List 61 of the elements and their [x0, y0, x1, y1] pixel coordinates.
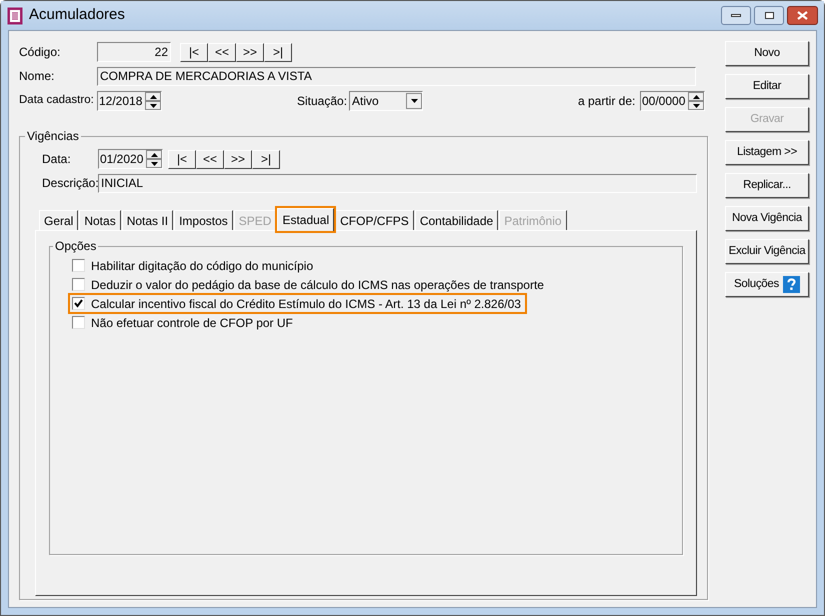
caret-icon: [410, 99, 418, 103]
action-button[interactable]: Excluir Vigência: [725, 239, 809, 264]
down-arrow-icon: [150, 162, 158, 166]
field-label: Situação:: [297, 93, 348, 110]
nav-button[interactable]: <<: [196, 150, 224, 168]
nav-button[interactable]: >>: [236, 42, 264, 62]
up-arrow-icon: [150, 94, 156, 98]
close-button[interactable]: [787, 6, 818, 25]
tab[interactable]: Estadual: [277, 208, 334, 231]
down-arrow-icon: [150, 104, 156, 108]
field-label: Data cadastro:: [19, 93, 95, 108]
checkbox-option[interactable]: Não efetuar controle de CFOP por UF: [70, 314, 297, 331]
date-spin-field[interactable]: 00/0000: [640, 91, 705, 111]
action-button[interactable]: Soluções: [725, 272, 809, 297]
nav-button[interactable]: >|: [264, 42, 292, 62]
action-button[interactable]: Editar: [725, 74, 809, 99]
down-arrow-icon: [692, 104, 700, 108]
action-button[interactable]: Nova Vigência: [725, 206, 809, 231]
help-icon: [782, 276, 800, 293]
tab[interactable]: CFOP/CFPS: [335, 210, 414, 230]
checkbox[interactable]: [72, 316, 85, 329]
nav-button[interactable]: |<: [168, 150, 196, 168]
tab[interactable]: Geral: [39, 210, 78, 230]
tab[interactable]: Contabilidade: [414, 210, 498, 230]
checkbox[interactable]: [72, 297, 85, 310]
nav-button[interactable]: <<: [208, 42, 236, 62]
up-arrow-icon: [692, 94, 700, 98]
checkbox[interactable]: [72, 259, 85, 272]
window-title: Acumuladores: [29, 5, 125, 26]
nav-button[interactable]: >|: [252, 150, 280, 168]
action-button[interactable]: Replicar...: [725, 173, 809, 198]
status-dropdown[interactable]: Ativo: [349, 91, 423, 111]
field-label: a partir de:: [578, 93, 636, 110]
group-title: Vigências: [26, 128, 80, 145]
field-label: Código:: [19, 44, 62, 61]
minimize-button[interactable]: [721, 6, 751, 25]
date-spin-field[interactable]: 01/2020: [98, 149, 163, 169]
close-icon: [797, 11, 808, 20]
description-field[interactable]: INICIAL: [98, 174, 697, 192]
nav-button[interactable]: |<: [180, 42, 208, 62]
checkbox-option[interactable]: Habilitar digitação do código do município: [70, 257, 318, 274]
field-label: Descrição:: [42, 175, 98, 192]
up-arrow-icon: [150, 152, 158, 156]
action-button[interactable]: Novo: [725, 41, 809, 66]
action-button[interactable]: Listagem >>: [725, 140, 809, 165]
tab[interactable]: Notas: [79, 210, 121, 230]
checkbox[interactable]: [72, 278, 85, 291]
code-field[interactable]: 22: [97, 42, 171, 62]
tab[interactable]: Notas II: [122, 210, 174, 230]
name-field[interactable]: COMPRA DE MERCADORIAS A VISTA: [97, 66, 696, 86]
tab[interactable]: Impostos: [174, 210, 233, 230]
field-label: Data:: [42, 151, 72, 168]
group-title: Opções: [54, 238, 98, 255]
field-label: Nome:: [19, 68, 56, 85]
checkbox-option[interactable]: Calcular incentivo fiscal do Crédito Estímulo do ICMS - Art. 13 da Lei nº 2.826/03: [70, 295, 525, 312]
maximize-button[interactable]: [754, 6, 784, 25]
checkmark-icon: [74, 299, 83, 308]
nav-button[interactable]: >>: [224, 150, 252, 168]
date-spin-field[interactable]: 12/2018: [97, 91, 162, 111]
document-icon: [7, 6, 23, 24]
checkbox-option[interactable]: Deduzir o valor do pedágio da base de cálculo do ICMS nas operações de transporte: [70, 276, 548, 293]
